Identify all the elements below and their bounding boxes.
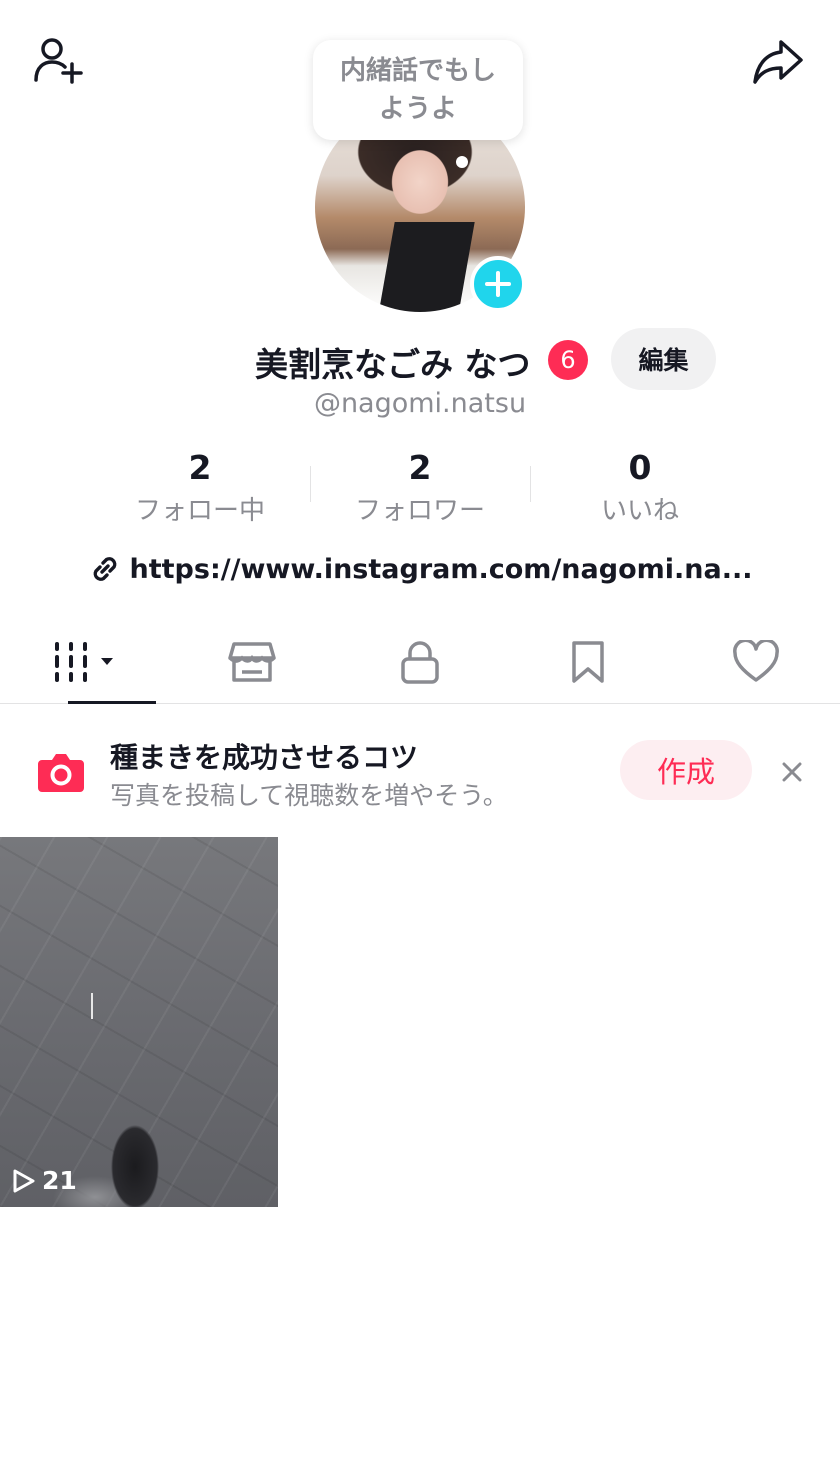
- tip-subtitle: 写真を投稿して視聴数を増やそう。: [110, 781, 508, 810]
- profile-tabs: [0, 620, 840, 704]
- stat-likes-value: 0: [628, 448, 652, 487]
- close-icon: [782, 762, 802, 782]
- stat-following[interactable]: 2 フォロー中: [90, 448, 310, 528]
- tip-banner: 種まきを成功させるコツ 写真を投稿して視聴数を増やそう。 作成: [0, 706, 840, 832]
- video-thumbnail[interactable]: 21: [0, 837, 278, 1207]
- bookmark-icon: [572, 640, 604, 683]
- stat-followers-value: 2: [408, 448, 432, 487]
- tab-saved[interactable]: [504, 620, 672, 703]
- stat-following-value: 2: [188, 448, 212, 487]
- tab-videos[interactable]: [0, 620, 168, 704]
- stat-likes-label: いいね: [600, 496, 679, 526]
- profile-name: 美割烹なごみ なつ: [255, 345, 531, 384]
- create-button[interactable]: 作成: [620, 740, 752, 800]
- profile-stats: 2 フォロー中 2 フォロワー 0 いいね: [90, 448, 750, 528]
- add-user-icon: [34, 38, 83, 84]
- notification-badge[interactable]: 6: [548, 340, 588, 380]
- stat-followers-label: フォロワー: [354, 496, 485, 526]
- bubble-text: 内緒話でもしようよ: [339, 56, 496, 124]
- tab-active-indicator: [68, 701, 156, 704]
- camera-icon: [38, 754, 84, 792]
- profile-handle: @nagomi.natsu: [313, 388, 527, 419]
- profile-name-row: 美割烹なごみ なつ 6 編集: [0, 328, 840, 392]
- video-views-text: 21: [42, 1166, 77, 1195]
- lock-icon: [401, 640, 439, 684]
- bubble-tail: [456, 156, 468, 168]
- tab-shop[interactable]: [168, 620, 336, 703]
- add-friend-button[interactable]: [30, 34, 90, 88]
- close-tip-button[interactable]: [772, 752, 812, 792]
- grid-lines-icon: [55, 641, 113, 682]
- video-frame-detail: [91, 993, 93, 1019]
- tab-liked[interactable]: [672, 620, 840, 703]
- share-button[interactable]: [748, 34, 808, 88]
- stat-divider: [530, 466, 531, 502]
- stat-followers[interactable]: 2 フォロワー: [310, 448, 530, 528]
- stat-divider: [310, 466, 311, 502]
- tab-private[interactable]: [336, 620, 504, 703]
- edit-profile-button[interactable]: 編集: [611, 328, 716, 390]
- plus-icon: [485, 271, 511, 297]
- shop-icon: [228, 641, 276, 682]
- avatar-add-button[interactable]: [470, 256, 526, 312]
- share-arrow-icon: [753, 40, 803, 84]
- heart-icon: [733, 639, 779, 682]
- stat-likes[interactable]: 0 いいね: [530, 448, 750, 528]
- stat-following-label: フォロー中: [134, 496, 265, 526]
- profile-link[interactable]: https://www.instagram.com/nagomi.na...: [0, 552, 840, 586]
- play-icon: [13, 1169, 35, 1192]
- status-bubble[interactable]: 内緒話でもしようよ: [313, 40, 523, 140]
- tip-title: 種まきを成功させるコツ: [110, 741, 419, 774]
- video-view-count: 21: [12, 1166, 77, 1195]
- link-icon: [93, 557, 116, 581]
- profile-link-text: https://www.instagram.com/nagomi.na...: [129, 553, 753, 585]
